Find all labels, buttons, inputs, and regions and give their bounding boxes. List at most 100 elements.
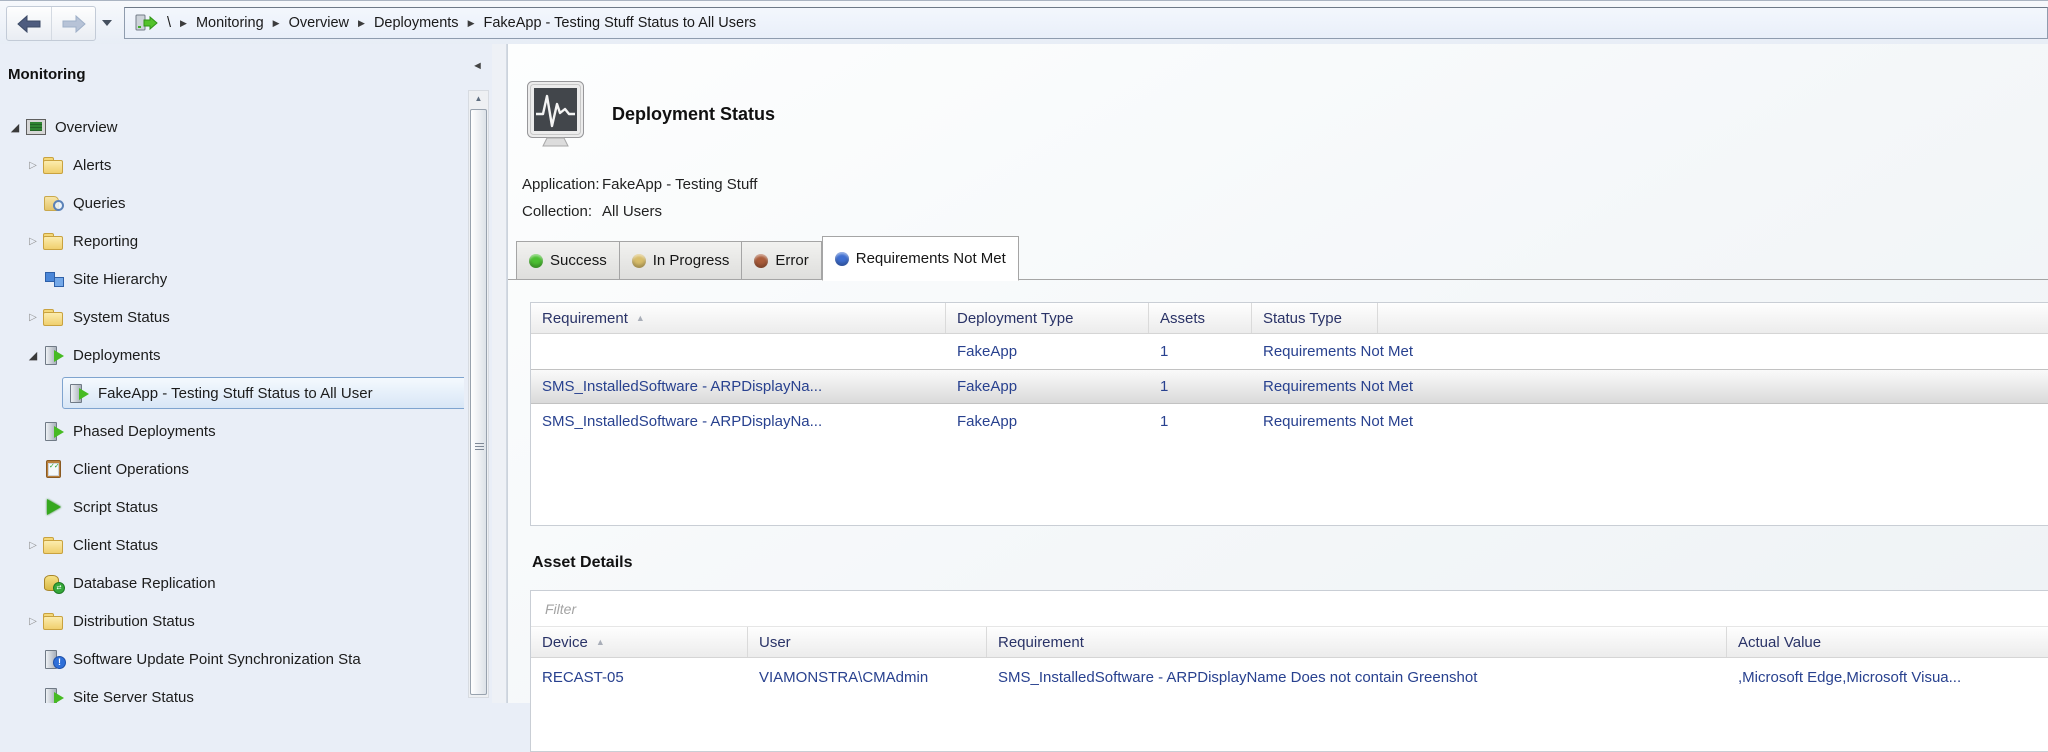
update-sync-icon (42, 649, 66, 669)
column-header-actual-value[interactable]: Actual Value (1727, 627, 2048, 657)
breadcrumb-separator-icon: ▶ (468, 19, 475, 28)
clipboard-icon (42, 459, 66, 479)
navigation-tree: ◢ Overview ▷ Alerts Queries ▷ Reporting … (0, 108, 464, 703)
nav-button-group (6, 6, 96, 41)
tree-item-phased-deployments[interactable]: Phased Deployments (0, 412, 464, 450)
database-sync-icon (42, 573, 66, 593)
collection-value: All Users (602, 203, 662, 220)
breadcrumb-separator-icon: ▶ (358, 19, 365, 28)
scroll-up-icon[interactable]: ▲ (469, 91, 488, 107)
tab-success[interactable]: Success (516, 241, 620, 280)
folder-icon (42, 535, 66, 555)
back-arrow-icon (16, 15, 42, 33)
success-status-dot-icon (529, 254, 543, 268)
tree-item-site-server-status[interactable]: Site Server Status (0, 678, 464, 703)
folder-icon (42, 231, 66, 251)
breadcrumb-item-deployments[interactable]: Deployments (374, 15, 459, 31)
tree-item-sup-synchronization[interactable]: Software Update Point Synchronization St… (0, 640, 464, 678)
deployment-icon (42, 421, 66, 441)
table-row[interactable]: SMS_InstalledSoftware - ARPDisplayNa... … (531, 404, 2048, 439)
tree-item-reporting[interactable]: ▷ Reporting (0, 222, 464, 260)
column-header-status-type[interactable]: Status Type (1252, 303, 1378, 333)
navigation-pane: Monitoring ◄ ◢ Overview ▷ Alerts Queries… (0, 44, 492, 703)
table-row[interactable]: RECAST-05 VIAMONSTRA\CMAdmin SMS_Install… (531, 658, 2048, 696)
deployment-grid-header: Requirement ▲ Deployment Type Assets Sta… (531, 303, 2048, 334)
expander-collapsed-icon[interactable]: ▷ (24, 160, 42, 171)
deployment-status-pane: Deployment Status Application: FakeApp -… (507, 44, 2048, 703)
tree-item-system-status[interactable]: ▷ System Status (0, 298, 464, 336)
column-header-requirement[interactable]: Requirement (987, 627, 1727, 657)
tree-item-client-operations[interactable]: Client Operations (0, 450, 464, 488)
asset-grid-header: Device ▲ User Requirement Actual Value (531, 627, 2048, 658)
tab-requirements-not-met[interactable]: Requirements Not Met (822, 236, 1019, 281)
collapse-panel-icon[interactable]: ◄ (472, 60, 483, 72)
sort-ascending-icon: ▲ (636, 313, 645, 323)
overview-monitor-icon (24, 117, 48, 137)
expander-collapsed-icon[interactable]: ▷ (24, 616, 42, 627)
tab-in-progress[interactable]: In Progress (620, 241, 743, 280)
forward-arrow-icon (61, 15, 87, 33)
deployment-grid: Requirement ▲ Deployment Type Assets Sta… (530, 302, 2048, 526)
column-header-user[interactable]: User (748, 627, 987, 657)
in-progress-status-dot-icon (632, 254, 646, 268)
breadcrumb-root[interactable]: \ (167, 15, 171, 31)
server-deploy-icon (134, 13, 158, 33)
page-title: Deployment Status (612, 104, 775, 125)
filter-bar (531, 591, 2048, 627)
tree-item-distribution-status[interactable]: ▷ Distribution Status (0, 602, 464, 640)
column-header-requirement[interactable]: Requirement ▲ (531, 303, 946, 333)
scrollbar-thumb[interactable] (470, 109, 487, 695)
forward-button[interactable] (51, 7, 95, 40)
tree-item-overview[interactable]: ◢ Overview (0, 108, 464, 146)
table-row[interactable]: FakeApp 1 Requirements Not Met (531, 334, 2048, 369)
sort-ascending-icon: ▲ (596, 637, 605, 647)
table-row-selected[interactable]: SMS_InstalledSoftware - ARPDisplayNa... … (531, 369, 2048, 404)
collection-label: Collection: (522, 203, 602, 220)
breadcrumb-item-deployment-status[interactable]: FakeApp - Testing Stuff Status to All Us… (483, 15, 756, 31)
tree-item-alerts[interactable]: ▷ Alerts (0, 146, 464, 184)
pane-splitter[interactable] (492, 44, 507, 703)
application-value: FakeApp - Testing Stuff (602, 176, 757, 193)
breadcrumb-separator-icon: ▶ (180, 19, 187, 28)
error-status-dot-icon (754, 254, 768, 268)
tree-item-queries[interactable]: Queries (0, 184, 464, 222)
expander-collapsed-icon[interactable]: ▷ (24, 312, 42, 323)
chevron-down-icon[interactable] (102, 20, 112, 26)
sidebar-scrollbar[interactable]: ▲ (468, 90, 489, 698)
asset-details-grid: Device ▲ User Requirement Actual Value R… (530, 590, 2048, 752)
tree-item-client-status[interactable]: ▷ Client Status (0, 526, 464, 564)
folder-icon (42, 611, 66, 631)
tree-item-deployments[interactable]: ◢ Deployments (0, 336, 464, 374)
filter-input[interactable] (543, 600, 2041, 618)
deployment-icon (42, 345, 66, 365)
breadcrumb: \ ▶ Monitoring ▶ Overview ▶ Deployments … (124, 7, 2048, 39)
tab-error[interactable]: Error (742, 241, 821, 280)
asset-details-title: Asset Details (532, 554, 633, 572)
tree-item-fakeapp-deployment[interactable]: FakeApp - Testing Stuff Status to All Us… (0, 374, 464, 412)
site-hierarchy-icon (42, 269, 66, 289)
tree-item-database-replication[interactable]: Database Replication (0, 564, 464, 602)
server-icon (42, 687, 66, 703)
back-button[interactable] (7, 7, 51, 40)
column-header-assets[interactable]: Assets (1149, 303, 1252, 333)
application-label: Application: (522, 176, 602, 193)
folder-icon (42, 307, 66, 327)
column-header-device[interactable]: Device ▲ (531, 627, 748, 657)
deployment-icon (67, 383, 91, 403)
tree-item-site-hierarchy[interactable]: Site Hierarchy (0, 260, 464, 298)
folder-icon (42, 155, 66, 175)
expander-collapsed-icon[interactable]: ▷ (24, 236, 42, 247)
queries-icon (42, 193, 66, 213)
breadcrumb-item-monitoring[interactable]: Monitoring (196, 15, 264, 31)
sidebar-title: Monitoring (8, 66, 85, 83)
tree-item-script-status[interactable]: Script Status (0, 488, 464, 526)
deployment-info: Application: FakeApp - Testing Stuff Col… (522, 171, 757, 225)
breadcrumb-separator-icon: ▶ (273, 19, 280, 28)
expander-expanded-icon[interactable]: ◢ (24, 349, 42, 362)
selected-tree-item[interactable]: FakeApp - Testing Stuff Status to All Us… (62, 377, 464, 409)
expander-collapsed-icon[interactable]: ▷ (24, 540, 42, 551)
breadcrumb-item-overview[interactable]: Overview (289, 15, 349, 31)
column-header-deployment-type[interactable]: Deployment Type (946, 303, 1149, 333)
requirements-status-dot-icon (835, 252, 849, 266)
expander-expanded-icon[interactable]: ◢ (6, 121, 24, 134)
